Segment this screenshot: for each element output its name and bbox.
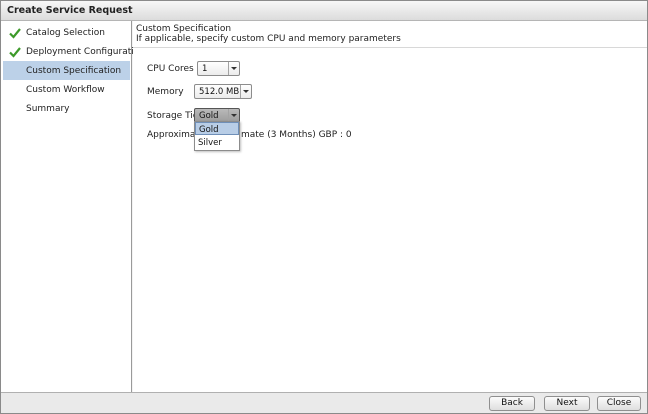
memory-label: Memory [147, 87, 184, 97]
section-title: Custom Specification [136, 24, 232, 34]
step-summary[interactable]: Summary [3, 99, 130, 118]
create-service-request-window: Create Service Request Catalog Selection… [0, 0, 648, 414]
step-custom-workflow[interactable]: Custom Workflow [3, 80, 130, 99]
divider [133, 47, 647, 48]
cpu-cores-label: CPU Cores [147, 64, 194, 74]
cpu-cores-value: 1 [202, 64, 208, 74]
storage-option-gold[interactable]: Gold [195, 122, 239, 135]
section-header: Custom Specification If applicable, spec… [136, 24, 401, 45]
wizard-steps-sidebar: Catalog Selection Deployment Configurati… [1, 21, 145, 392]
step-deployment-configuration[interactable]: Deployment Configuration [3, 42, 145, 61]
step-label: Summary [26, 104, 70, 114]
checkmark-icon [9, 28, 21, 39]
memory-value: 512.0 MB [199, 87, 240, 97]
estimate-label-right: mate (3 Months) GBP : 0 [241, 130, 352, 140]
next-button[interactable]: Next [544, 396, 590, 411]
window-title: Create Service Request [7, 5, 133, 16]
storage-tier-value: Gold [199, 111, 219, 121]
close-button[interactable]: Close [597, 396, 641, 411]
storage-tier-dropdown: Gold Silver [194, 121, 240, 151]
chevron-down-icon[interactable] [240, 85, 251, 98]
storage-option-silver[interactable]: Silver [195, 136, 239, 149]
memory-select[interactable]: 512.0 MB [194, 84, 252, 99]
title-bar: Create Service Request [1, 1, 647, 21]
step-catalog-selection[interactable]: Catalog Selection [3, 23, 130, 42]
button-bar: Back Next Close [1, 392, 647, 413]
option-label: Gold [199, 125, 219, 135]
step-label: Custom Workflow [26, 85, 105, 95]
step-label: Deployment Configuration [26, 47, 145, 57]
cpu-cores-select[interactable]: 1 [197, 61, 240, 76]
section-subtitle: If applicable, specify custom CPU and me… [136, 34, 401, 44]
step-label: Custom Specification [26, 66, 122, 76]
step-label: Catalog Selection [26, 28, 105, 38]
main-panel: Custom Specification If applicable, spec… [133, 21, 647, 392]
back-button[interactable]: Back [489, 396, 535, 411]
checkmark-icon [9, 47, 21, 58]
chevron-down-icon[interactable] [228, 62, 239, 75]
option-label: Silver [198, 138, 222, 148]
step-custom-specification[interactable]: Custom Specification [3, 61, 130, 80]
